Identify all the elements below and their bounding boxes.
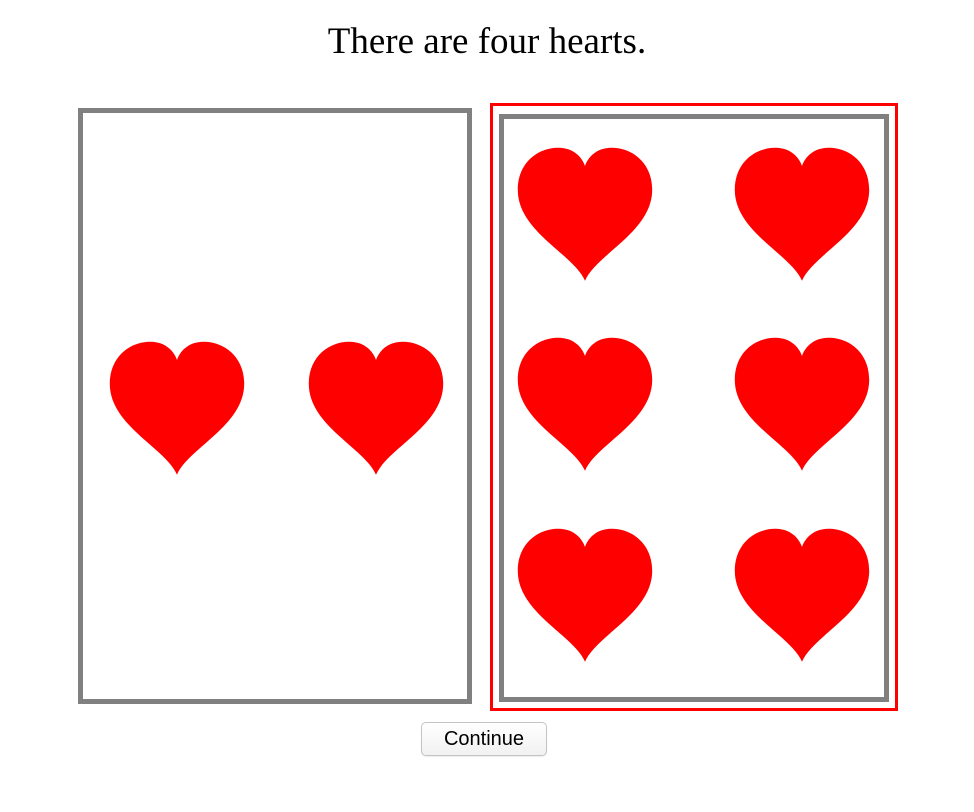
heart-icon	[515, 335, 655, 475]
heart-icon	[732, 335, 872, 475]
heart-icon	[515, 526, 655, 666]
heart-icon	[515, 145, 655, 285]
card-option-right	[499, 114, 889, 702]
card-option-right-selected[interactable]	[490, 103, 898, 711]
heart-icon	[732, 526, 872, 666]
continue-button[interactable]: Continue	[421, 722, 547, 756]
prompt-text: There are four hearts.	[327, 21, 647, 62]
card-option-left[interactable]	[78, 108, 472, 704]
heart-icon	[732, 145, 872, 285]
heart-icon	[306, 339, 446, 479]
heart-icon	[107, 339, 247, 479]
